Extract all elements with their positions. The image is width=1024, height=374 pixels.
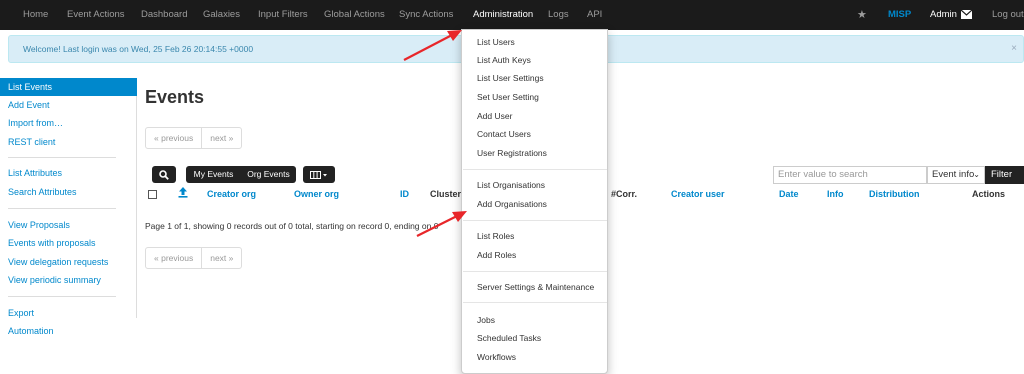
menu-item-list-organisations[interactable]: List Organisations	[462, 176, 607, 194]
select-all-checkbox[interactable]	[148, 190, 157, 199]
nav-sync-actions[interactable]: Sync Actions	[399, 0, 453, 30]
administration-dropdown: List Users List Auth Keys List User Sett…	[461, 29, 608, 374]
sidebar-item-add-event[interactable]: Add Event	[0, 96, 137, 114]
star-icon[interactable]: ★	[857, 0, 867, 30]
menu-item-add-organisations[interactable]: Add Organisations	[462, 195, 607, 213]
sidebar-item-import-from[interactable]: Import from…	[0, 114, 137, 132]
menu-item-list-roles[interactable]: List Roles	[462, 227, 607, 245]
search-field-select[interactable]: Event info ⌄	[927, 166, 985, 184]
column-date[interactable]: Date	[779, 189, 799, 199]
my-events-filter[interactable]: My Events	[186, 166, 241, 183]
menu-divider	[463, 271, 607, 272]
top-navbar: Home Event Actions Dashboard Galaxies In…	[0, 0, 1024, 30]
menu-item-set-user-setting[interactable]: Set User Setting	[462, 88, 607, 106]
user-name[interactable]: Admin	[930, 0, 957, 30]
sidebar-item-events-with-proposals[interactable]: Events with proposals	[0, 234, 137, 252]
search-icon	[159, 169, 169, 180]
upload-icon	[178, 187, 188, 200]
previous-page-link[interactable]: « previous	[146, 248, 203, 268]
sidebar-item-automation[interactable]: Automation	[0, 322, 137, 340]
nav-input-filters[interactable]: Input Filters	[258, 0, 308, 30]
pagination-bottom: « previous next »	[145, 247, 243, 269]
column-info[interactable]: Info	[827, 189, 844, 199]
menu-item-server-settings[interactable]: Server Settings & Maintenance	[462, 278, 607, 296]
menu-divider	[463, 302, 607, 303]
sidebar-item-list-attributes[interactable]: List Attributes	[0, 164, 137, 182]
nav-home[interactable]: Home	[23, 0, 48, 30]
column-toggle-button[interactable]	[303, 166, 335, 183]
sidebar-divider	[8, 208, 116, 209]
menu-item-workflows[interactable]: Workflows	[462, 348, 607, 366]
next-page-link[interactable]: next »	[202, 128, 241, 148]
nav-logs[interactable]: Logs	[548, 0, 569, 30]
column-creator-org[interactable]: Creator org	[207, 189, 256, 199]
menu-item-list-auth-keys[interactable]: List Auth Keys	[462, 51, 607, 69]
previous-page-link[interactable]: « previous	[146, 128, 203, 148]
column-distribution[interactable]: Distribution	[869, 189, 920, 199]
sidebar-divider	[8, 296, 116, 297]
nav-global-actions[interactable]: Global Actions	[324, 0, 385, 30]
menu-item-contact-users[interactable]: Contact Users	[462, 125, 607, 143]
column-creator-user[interactable]: Creator user	[671, 189, 725, 199]
menu-divider	[463, 220, 607, 221]
menu-item-list-users[interactable]: List Users	[462, 33, 607, 51]
menu-item-list-user-settings[interactable]: List User Settings	[462, 69, 607, 87]
menu-item-add-user[interactable]: Add User	[462, 107, 607, 125]
sidebar-item-view-proposals[interactable]: View Proposals	[0, 216, 137, 234]
filter-button[interactable]: Filter	[985, 166, 1024, 184]
nav-api[interactable]: API	[587, 0, 602, 30]
logout-link[interactable]: Log out	[992, 0, 1024, 30]
close-icon[interactable]: ×	[1011, 36, 1017, 62]
search-input[interactable]: Enter value to search	[773, 166, 927, 184]
nav-galaxies[interactable]: Galaxies	[203, 0, 240, 30]
menu-item-jobs[interactable]: Jobs	[462, 311, 607, 329]
pagination-status: Page 1 of 1, showing 0 records out of 0 …	[145, 221, 439, 231]
columns-icon	[310, 170, 327, 179]
chevron-down-icon: ⌄	[973, 170, 980, 179]
misp-brand[interactable]: MISP	[888, 0, 911, 30]
nav-event-actions[interactable]: Event Actions	[67, 0, 125, 30]
nav-administration[interactable]: Administration	[473, 0, 533, 30]
sidebar-divider	[8, 157, 116, 158]
sidebar-item-view-delegation-requests[interactable]: View delegation requests	[0, 253, 137, 271]
column-id[interactable]: ID	[400, 189, 409, 199]
column-corr: #Corr.	[611, 189, 638, 199]
envelope-icon[interactable]	[960, 0, 973, 30]
menu-item-user-registrations[interactable]: User Registrations	[462, 144, 607, 162]
menu-item-scheduled-tasks[interactable]: Scheduled Tasks	[462, 329, 607, 347]
menu-divider	[463, 169, 607, 170]
sidebar-item-search-attributes[interactable]: Search Attributes	[0, 183, 137, 201]
next-page-link[interactable]: next »	[202, 248, 241, 268]
page-title: Events	[145, 87, 205, 107]
menu-item-add-roles[interactable]: Add Roles	[462, 246, 607, 264]
pagination-top: « previous next »	[145, 127, 243, 149]
sidebar-item-list-events[interactable]: List Events	[0, 78, 137, 96]
sidebar-item-export[interactable]: Export	[0, 304, 137, 322]
sidebar-item-rest-client[interactable]: REST client	[0, 133, 137, 151]
nav-dashboard[interactable]: Dashboard	[141, 0, 187, 30]
org-events-filter[interactable]: Org Events	[241, 166, 296, 183]
column-actions: Actions	[972, 189, 1006, 199]
sidebar: List Events Add Event Import from… REST …	[0, 78, 137, 336]
sidebar-item-view-periodic-summary[interactable]: View periodic summary	[0, 271, 137, 289]
search-button[interactable]	[152, 166, 176, 183]
alert-text: Welcome! Last login was on Wed, 25 Feb 2…	[23, 44, 254, 54]
column-owner-org[interactable]: Owner org	[294, 189, 339, 199]
